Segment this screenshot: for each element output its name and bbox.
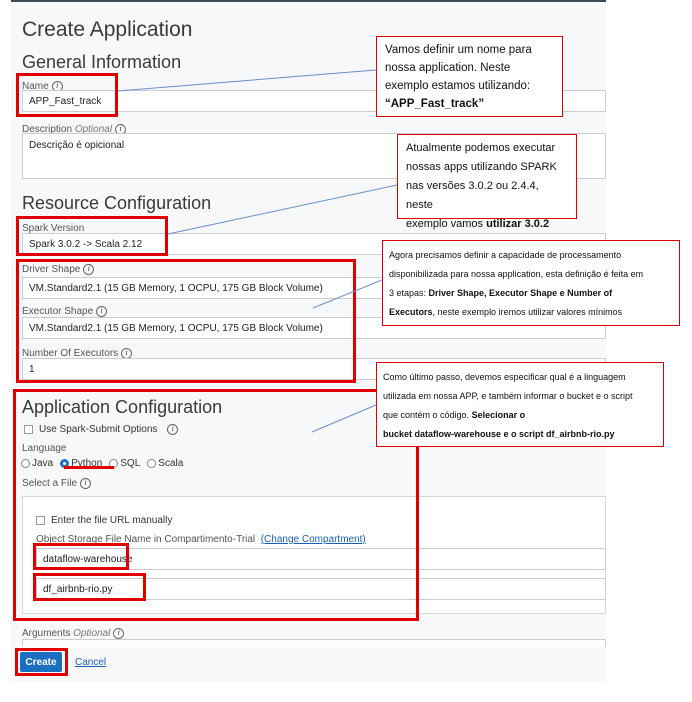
radio-python[interactable]: Python <box>60 455 109 472</box>
change-compartment-link[interactable]: (Change Compartment) <box>261 534 366 545</box>
create-button[interactable]: Create <box>20 652 62 672</box>
note-shapes: Agora precisamos definir a capacidade de… <box>382 240 680 326</box>
language-label: Language <box>22 443 67 454</box>
application-heading: Application Configuration <box>22 397 223 417</box>
executor-shape-label: Executor Shape i <box>22 306 108 317</box>
info-icon[interactable]: i <box>83 264 95 275</box>
radio-java[interactable]: Java <box>21 455 60 472</box>
spark-submit-option[interactable]: Use Spark-Submit Options i <box>24 421 179 439</box>
cancel-link[interactable]: Cancel <box>75 657 106 668</box>
info-icon[interactable]: i <box>96 306 108 317</box>
arguments-input[interactable] <box>22 639 606 647</box>
page-title: Create Application <box>22 18 193 41</box>
python-underline <box>64 466 114 469</box>
general-heading: General Information <box>22 52 182 72</box>
select-file-label: Select a File i <box>22 478 92 489</box>
bucket-select[interactable]: dataflow-warehouse <box>36 548 606 570</box>
driver-shape-label: Driver Shape i <box>22 264 95 275</box>
radio-scala[interactable]: Scala <box>147 455 190 472</box>
info-icon[interactable]: i <box>167 424 179 436</box>
info-icon[interactable]: i <box>80 478 92 489</box>
language-radio-group: Java Python SQL Scala <box>21 455 190 473</box>
storage-label: Object Storage File Name in Compartiment… <box>36 534 366 545</box>
enter-url-checkbox[interactable] <box>36 516 45 526</box>
spark-submit-checkbox[interactable] <box>24 425 33 435</box>
note-name: Vamos definir um nome para nossa applica… <box>376 36 563 117</box>
enter-url-option[interactable]: Enter the file URL manually <box>36 512 179 530</box>
resource-heading: Resource Configuration <box>22 193 212 213</box>
note-spark: Atualmente podemos executar nossas apps … <box>397 134 577 230</box>
file-select[interactable]: df_airbnb-rio.py <box>36 578 606 600</box>
arguments-label: Arguments Optional i <box>22 628 125 639</box>
note-application: Como último passo, devemos especificar q… <box>376 362 664 447</box>
radio-sql[interactable]: SQL <box>109 455 147 472</box>
info-icon[interactable]: i <box>113 628 125 639</box>
